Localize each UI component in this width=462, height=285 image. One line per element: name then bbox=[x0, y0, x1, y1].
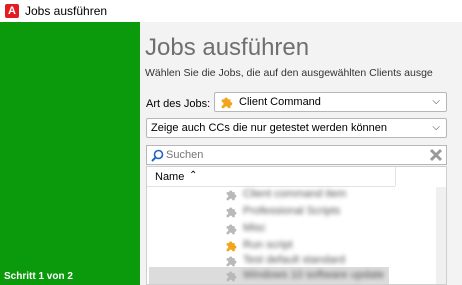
list-item-label: Windows 10 software update bbox=[243, 269, 385, 281]
search-box[interactable] bbox=[146, 145, 447, 165]
chevron-down-icon: ⌵ bbox=[432, 122, 440, 133]
column-header-name[interactable]: Name bbox=[155, 171, 184, 183]
window-title: Jobs ausführen bbox=[25, 4, 108, 18]
filter-value: Zeige auch CCs die nur getestet werden k… bbox=[151, 122, 388, 134]
step-indicator: Schritt 1 von 2 bbox=[4, 271, 73, 282]
list-item-label: Test default standard bbox=[243, 254, 346, 266]
puzzle-icon bbox=[221, 97, 233, 109]
list-item-label: Run script bbox=[243, 239, 293, 251]
chevron-down-icon: ⌵ bbox=[432, 96, 440, 107]
job-type-value: Client Command bbox=[239, 96, 321, 108]
list-scrollbar[interactable] bbox=[436, 187, 446, 284]
puzzle-gray-icon bbox=[226, 271, 237, 282]
job-type-dropdown[interactable]: Client Command ⌵ bbox=[214, 92, 447, 112]
filter-dropdown[interactable]: Zeige auch CCs die nur getestet werden k… bbox=[146, 118, 447, 138]
puzzle-gray-icon bbox=[226, 224, 237, 235]
list-item[interactable]: Client command item bbox=[225, 187, 425, 203]
list-item[interactable]: Professional Scripts bbox=[225, 204, 425, 220]
search-icon bbox=[151, 149, 164, 162]
column-divider bbox=[395, 167, 396, 186]
jobs-list[interactable]: Name ⌃ Client command item Professional … bbox=[146, 166, 447, 285]
puzzle-gray-icon bbox=[226, 207, 237, 218]
wizard-sidebar: Schritt 1 von 2 bbox=[0, 22, 140, 285]
page-title: Jobs ausführen bbox=[145, 34, 310, 61]
puzzle-orange-icon bbox=[226, 241, 237, 252]
list-item-label: Professional Scripts bbox=[243, 205, 341, 217]
search-input[interactable] bbox=[166, 149, 416, 161]
clear-search-icon[interactable] bbox=[429, 148, 443, 162]
list-item-label: Client command item bbox=[243, 188, 347, 200]
list-header: Name ⌃ bbox=[147, 167, 395, 187]
list-item[interactable]: Test default standard bbox=[225, 253, 425, 269]
list-item[interactable]: Windows 10 software update bbox=[225, 268, 425, 284]
title-bar: A Jobs ausführen bbox=[0, 0, 462, 22]
main-panel: Jobs ausführen Wählen Sie die Jobs, die … bbox=[140, 22, 462, 285]
page-subtitle: Wählen Sie die Jobs, die auf den ausgewä… bbox=[145, 67, 433, 79]
sort-ascending-icon: ⌃ bbox=[189, 170, 198, 181]
puzzle-gray-icon bbox=[226, 256, 237, 267]
app-icon: A bbox=[5, 4, 19, 18]
job-type-label: Art des Jobs: bbox=[146, 98, 211, 110]
list-item[interactable]: Run script bbox=[225, 238, 425, 254]
list-item-label: Misc bbox=[243, 222, 266, 234]
puzzle-gray-icon bbox=[226, 190, 237, 201]
list-item[interactable]: Misc bbox=[225, 221, 425, 237]
